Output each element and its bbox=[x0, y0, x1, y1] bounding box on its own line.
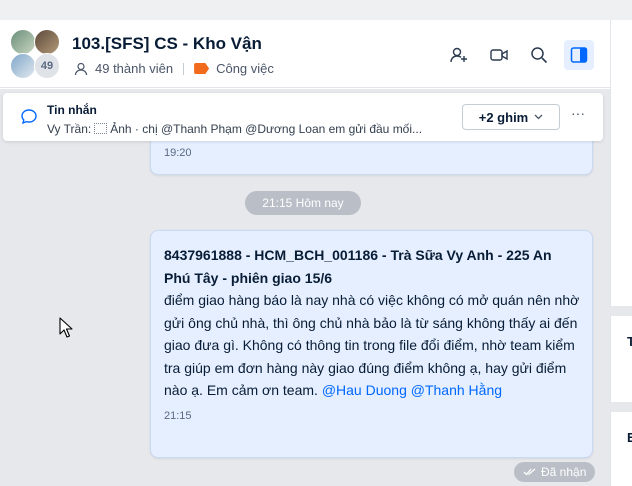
avatar bbox=[10, 53, 36, 79]
pinned-list-button[interactable]: +2 ghim bbox=[462, 104, 560, 130]
date-separator: 21:15 Hôm nay bbox=[245, 191, 361, 215]
more-options-button[interactable]: ··· bbox=[571, 105, 585, 121]
sidebar-toggle-icon bbox=[570, 47, 588, 63]
pinned-count-label: +2 ghim bbox=[478, 109, 529, 125]
message-area[interactable]: 19:20 Tin nhắn Vy Trần: Ảnh · chị @Thanh … bbox=[0, 89, 610, 486]
panel-section-heading: T bbox=[627, 334, 632, 349]
message-bubble[interactable]: 8437961888 - HCM_BCH_001186 - Trà Sữa Vy… bbox=[150, 230, 593, 458]
avatar bbox=[34, 29, 60, 55]
message-body: điểm giao hàng báo là nay nhà có việc kh… bbox=[164, 289, 580, 402]
message-time: 19:20 bbox=[164, 147, 192, 159]
add-member-button[interactable] bbox=[444, 40, 474, 70]
panel-divider bbox=[611, 306, 632, 316]
group-avatar[interactable]: 49 bbox=[10, 29, 62, 79]
avatar bbox=[10, 29, 36, 55]
conversation-info-panel: T E bbox=[610, 20, 632, 486]
search-button[interactable] bbox=[524, 40, 554, 70]
pinned-sender: Vy Trần: bbox=[47, 122, 92, 136]
chat-header: 49 103.[SFS] CS - Kho Vận 49 thành viên … bbox=[0, 20, 610, 88]
group-title[interactable]: 103.[SFS] CS - Kho Vận bbox=[72, 34, 262, 54]
chevron-down-icon bbox=[534, 114, 543, 120]
pinned-preview[interactable]: Vy Trần: Ảnh · chị @Thanh Phạm @Dương Loa… bbox=[47, 122, 452, 136]
message-icon bbox=[20, 108, 38, 131]
image-icon bbox=[94, 123, 108, 134]
pinned-message-bar[interactable]: Tin nhắn Vy Trần: Ảnh · chị @Thanh Phạm @… bbox=[3, 93, 603, 141]
message-headline: 8437961888 - HCM_BCH_001186 - Trà Sữa Vy… bbox=[164, 247, 552, 286]
sidebar-toggle-button[interactable] bbox=[564, 40, 594, 70]
mention-link[interactable]: @Hau Duong bbox=[322, 382, 407, 398]
message-bubble[interactable]: 19:20 bbox=[150, 135, 593, 175]
add-member-icon bbox=[450, 47, 467, 63]
double-check-icon bbox=[523, 468, 536, 476]
divider bbox=[183, 62, 185, 75]
video-call-icon bbox=[490, 49, 508, 61]
tag-label-icon bbox=[194, 63, 210, 74]
group-meta: 49 thành viên Công việc bbox=[74, 61, 274, 76]
delivery-status-badge: Đã nhận bbox=[514, 462, 596, 482]
pinned-title: Tin nhắn bbox=[47, 103, 97, 117]
window-top-strip bbox=[0, 0, 632, 20]
group-tag[interactable]: Công việc bbox=[216, 61, 274, 76]
avatar-count: 49 bbox=[34, 53, 60, 79]
mention-link[interactable]: @Thanh Hằng bbox=[411, 382, 502, 398]
video-call-button[interactable] bbox=[484, 40, 514, 70]
header-actions bbox=[444, 40, 594, 70]
panel-divider bbox=[611, 402, 632, 412]
message-time: 21:15 bbox=[164, 409, 192, 422]
members-icon bbox=[74, 62, 88, 76]
mouse-cursor-icon bbox=[59, 317, 73, 338]
search-icon bbox=[531, 47, 548, 64]
delivery-status-text: Đã nhận bbox=[541, 465, 587, 479]
pinned-preview-text: Ảnh · chị @Thanh Phạm @Dương Loan em gửi… bbox=[110, 122, 423, 136]
members-count[interactable]: 49 thành viên bbox=[95, 61, 173, 76]
panel-section-heading: E bbox=[627, 430, 632, 445]
